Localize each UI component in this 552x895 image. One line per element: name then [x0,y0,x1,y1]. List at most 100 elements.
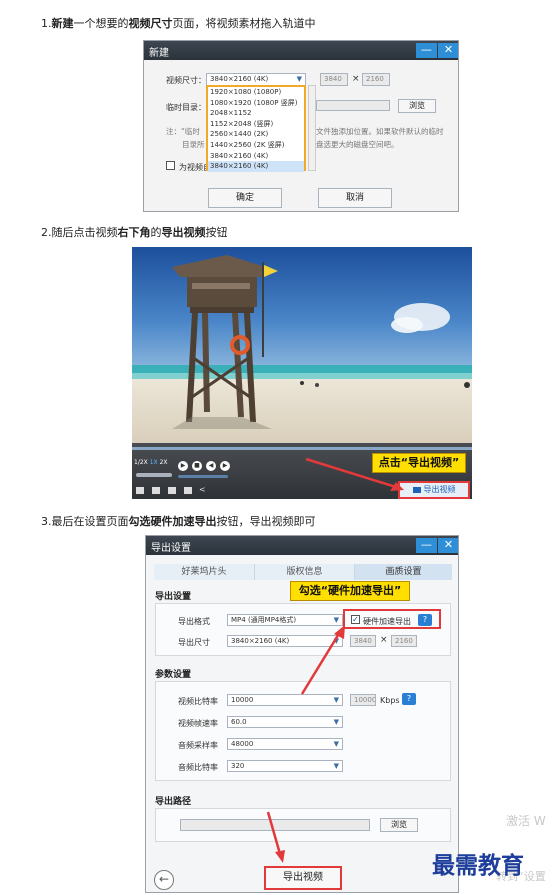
export-video-label: 导出视频 [423,485,456,494]
step-text: 按钮 [205,226,228,239]
section-params: 参数设置 [155,670,192,680]
format-value: MP4 (通用MP4格式) [231,616,297,624]
video-bitrate-field[interactable]: 10000 [350,694,376,706]
share-icon[interactable]: < [199,485,206,494]
step-number: 3. [41,515,52,528]
export-width-field[interactable]: 3840 [350,635,376,647]
export-video-button[interactable]: 导出视频 [398,481,470,499]
times-sign: × [380,635,388,645]
chevron-down-icon: ▼ [296,75,302,83]
hw-accel-highlight [343,609,441,629]
play-icon[interactable]: ▶ [178,461,188,471]
video-bitrate-select[interactable]: 10000 ▼ [227,694,343,706]
step-2-instruction: 2.随后点击视频右下角的导出视频按钮 [41,224,228,240]
step-number: 1. [41,17,52,30]
video-bitrate-label: 视频比特率 [178,697,218,706]
step-text: 页面，将视频素材拖入轨道中 [172,17,316,30]
copy-icon[interactable] [168,487,176,494]
audio-sample-select[interactable]: 48000 ▼ [227,738,343,750]
size-select[interactable]: 3840×2160 (4K) ▼ [227,635,343,647]
chevron-down-icon: ▼ [333,637,339,645]
speed-half[interactable]: 1/2X [134,459,148,466]
params-group: 视频比特率 10000 ▼ 10000 Kbps ? 视频帧速率 60.0 ▼ … [155,681,451,781]
audio-bitrate-value: 320 [231,762,245,770]
progress-bar[interactable] [178,475,228,478]
step-emphasis: 新建 [51,17,74,30]
note-prefix: 注：“临时 [166,127,200,136]
height-field[interactable]: 2160 [362,73,390,86]
temp-dir-label: 临时目录： [166,103,206,112]
hw-accel-callout: 勾选“硬件加速导出” [290,581,410,601]
export-settings-dialog: 导出设置 — ✕ 好莱坞片头 版权信息 画质设置 导出设置 导出格式 MP4 (… [145,535,459,893]
size-label: 导出尺寸 [178,638,210,647]
dialog-titlebar: 导出设置 — ✕ [146,536,458,555]
back-arrow-icon[interactable]: ← [154,870,174,890]
export-height-field[interactable]: 2160 [391,635,417,647]
chevron-down-icon: ▼ [333,762,339,770]
prev-frame-icon[interactable]: ◀ [206,461,216,471]
audio-bitrate-label: 音频比特率 [178,763,218,772]
export-video-button[interactable]: 导出视频 [264,866,342,890]
step-emphasis: 右下角 [117,226,151,239]
close-button[interactable]: ✕ [438,43,458,58]
width-field[interactable]: 3840 [320,73,348,86]
dropdown-scrollbar[interactable] [308,85,316,171]
note-line-1: 文件独添加位置。如果软件默认的临时 [316,127,444,136]
help-icon[interactable]: ? [402,693,416,705]
stop-icon[interactable]: ■ [192,461,202,471]
chevron-down-icon: ▼ [333,616,339,624]
step-emphasis: 导出视频 [161,226,206,239]
fps-select[interactable]: 60.0 ▼ [227,716,343,728]
volume-slider[interactable] [136,473,172,477]
size-option[interactable]: 1920×1080 (1080P) [208,87,304,98]
tab-quality[interactable]: 画质设置 [354,564,452,580]
size-option[interactable]: 1440×2560 (2K 竖屏) [208,140,304,151]
ok-button[interactable]: 确定 [208,188,282,208]
auto-checkbox[interactable] [166,161,175,170]
dialog-title: 导出设置 [151,543,191,554]
fps-label: 视频帧速率 [178,719,218,728]
speed-1x[interactable]: 1X [150,459,158,466]
beach-video-frame [132,247,472,443]
video-size-value: 3840×2160 (4K) [210,75,269,83]
note-line-2-prefix: 目录所 [182,140,205,149]
tab-copyright[interactable]: 版权信息 [254,564,354,580]
size-option[interactable]: 1152×2048 (竖屏) [208,119,304,130]
timeline-track[interactable] [132,447,472,450]
audio-sample-label: 音频采样率 [178,741,218,750]
size-option[interactable]: 2560×1440 (2K) [208,129,304,140]
format-select[interactable]: MP4 (通用MP4格式) ▼ [227,614,343,626]
size-option[interactable]: 1080×1920 (1080P 竖屏) [208,98,304,109]
tab-intro[interactable]: 好莱坞片头 [154,564,254,580]
temp-dir-field[interactable] [316,100,390,111]
browse-button[interactable]: 浏览 [380,818,418,832]
step-text: 最后在设置页面 [51,515,129,528]
browse-button[interactable]: 浏览 [398,99,436,113]
folder-icon[interactable] [152,487,160,494]
audio-bitrate-select[interactable]: 320 ▼ [227,760,343,772]
video-size-label: 视频尺寸： [166,76,206,85]
section-export-settings: 导出设置 [155,592,192,602]
speed-2x[interactable]: 2X [160,459,168,466]
new-project-dialog: 新建 — ✕ 视频尺寸： 3840×2160 (4K) ▼ 3840 × 216… [143,40,459,212]
next-frame-icon[interactable]: ▶ [220,461,230,471]
export-path-field[interactable] [180,819,370,831]
minimize-button[interactable]: — [416,43,437,58]
step-emphasis: 勾选硬件加速导出 [128,515,217,528]
cancel-button[interactable]: 取消 [318,188,392,208]
chevron-down-icon: ▼ [333,740,339,748]
size-option[interactable]: 3840×2160 (4K) [208,151,304,162]
step-text: 随后点击视频 [51,226,118,239]
dialog-title: 新建 [149,48,169,59]
minimize-button[interactable]: — [416,538,437,553]
format-label: 导出格式 [178,617,210,626]
chevron-down-icon: ▼ [333,718,339,726]
step-text: 的 [150,226,162,239]
size-option-selected[interactable]: 3840×2160 (4K) [208,161,304,172]
save-icon[interactable] [136,487,144,494]
close-button[interactable]: ✕ [438,538,458,553]
export-video-callout: 点击“导出视频” [372,453,466,473]
size-option[interactable]: 2048×1152 [208,108,304,119]
audio-sample-value: 48000 [231,740,254,748]
disk-icon[interactable] [184,487,192,494]
